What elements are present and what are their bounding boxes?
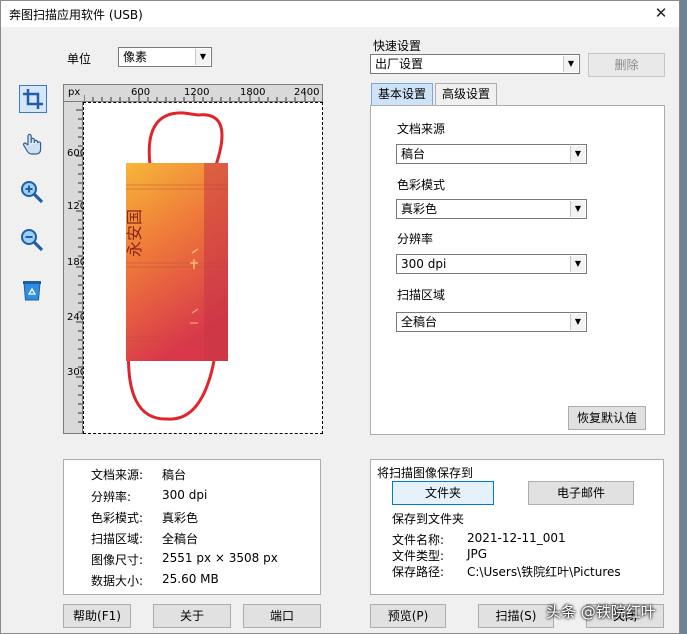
save-label: 文件类型: [392, 549, 445, 563]
scanned-mask-image: 永安国 [125, 111, 228, 421]
app-window: 奔图扫描应用软件 (USB) ✕ 单位 像素 ▼ 快速设置 出厂设置 ▼ 删除 [0, 0, 680, 634]
resolution-label: 分辨率 [397, 232, 434, 246]
ruler-left-tick: 1800 [67, 257, 93, 268]
ruler-left-tick: 600 [67, 148, 87, 159]
save-heading: 将扫描图像保存到 [377, 466, 474, 480]
file-name-value: 2021-12-11_001 [467, 531, 566, 545]
zoom-out-button[interactable] [19, 227, 47, 255]
save-destination-panel: 将扫描图像保存到 文件夹 电子邮件 保存到文件夹 文件名称: 2021-12-1… [370, 459, 664, 595]
ruler-top-tick: 1200 [184, 87, 210, 98]
info-value: 2551 px × 3508 px [162, 551, 278, 565]
recycle-bin-icon [23, 281, 41, 301]
tab-basic-settings[interactable]: 基本设置 [371, 83, 433, 106]
zoom-out-icon [21, 229, 44, 252]
title-bar: 奔图扫描应用软件 (USB) ✕ [1, 1, 679, 27]
info-label: 文档来源: [91, 468, 144, 482]
save-path-value: C:\Users\铁院红叶\Pictures [467, 565, 621, 579]
preview-button[interactable]: 预览(P) [370, 604, 446, 628]
about-button[interactable]: 关于 [153, 604, 231, 628]
scan-area-label: 扫描区域 [397, 288, 446, 302]
resolution-select[interactable]: 300 dpi ▼ [396, 254, 587, 274]
ruler-top-tick: 2400 [294, 87, 320, 98]
scan-button[interactable]: 扫描(S) [478, 604, 554, 628]
info-label: 图像尺寸: [91, 553, 144, 567]
hand-icon [22, 133, 42, 155]
ruler-left-tick: 3000 [67, 367, 93, 378]
ruler-left-tick: 1200 [67, 201, 93, 212]
ruler-horizontal: px 600 1200 1800 2400 [63, 84, 323, 102]
unit-value: 像素 [123, 50, 148, 64]
save-label: 文件名称: [392, 533, 445, 547]
window-title: 奔图扫描应用软件 (USB) [9, 8, 143, 22]
save-sub-heading: 保存到文件夹 [392, 512, 465, 526]
watermark-text: 头条 @铁院红叶 [546, 603, 656, 621]
ruler-vertical: 600 1200 1800 2400 3000 [63, 102, 93, 434]
source-label: 文档来源 [397, 122, 446, 136]
file-type-value: JPG [467, 547, 488, 561]
scan-preview[interactable]: 永安国 [83, 102, 323, 434]
save-to-email-button[interactable]: 电子邮件 [528, 481, 634, 505]
chevron-down-icon: ▼ [570, 314, 585, 330]
chevron-down-icon: ▼ [570, 256, 585, 272]
color-mode-select[interactable]: 真彩色 ▼ [396, 199, 587, 219]
save-to-folder-button[interactable]: 文件夹 [392, 481, 494, 505]
ruler-top-tick: 1800 [240, 87, 266, 98]
unit-select[interactable]: 像素 ▼ [118, 47, 212, 67]
source-select[interactable]: 稿台 ▼ [396, 144, 587, 164]
chevron-down-icon: ▼ [570, 146, 585, 162]
info-value: 稿台 [162, 468, 187, 482]
quick-settings-value: 出厂设置 [375, 57, 424, 71]
unit-label: 单位 [67, 52, 92, 66]
info-value: 300 dpi [162, 488, 208, 502]
info-value: 真彩色 [162, 511, 199, 525]
hand-tool-button[interactable] [19, 131, 47, 159]
save-label: 保存路径: [392, 565, 445, 579]
ruler-unit: px [68, 87, 81, 98]
info-label: 数据大小: [91, 574, 144, 588]
scan-info-panel: 文档来源: 稿台 分辨率: 300 dpi 色彩模式: 真彩色 扫描区域: 全稿… [63, 459, 321, 595]
ruler-left-tick: 2400 [67, 312, 93, 323]
resolution-value: 300 dpi [401, 257, 447, 271]
info-label: 色彩模式: [91, 511, 144, 525]
info-label: 扫描区域: [91, 532, 144, 546]
zoom-in-icon [21, 181, 44, 204]
recycle-button[interactable] [19, 277, 47, 305]
info-value: 全稿台 [162, 532, 199, 546]
zoom-in-button[interactable] [19, 179, 47, 207]
delete-preset-button[interactable]: 删除 [588, 53, 665, 77]
chevron-down-icon: ▼ [570, 201, 585, 217]
crop-tool-button[interactable] [19, 85, 47, 113]
color-mode-label: 色彩模式 [397, 178, 446, 192]
restore-defaults-button[interactable]: 恢复默认值 [568, 406, 646, 430]
port-button[interactable]: 端口 [243, 604, 321, 628]
close-window-icon[interactable]: ✕ [649, 3, 673, 23]
tab-advanced-settings[interactable]: 高级设置 [435, 83, 497, 106]
info-label: 分辨率: [91, 490, 132, 504]
basic-settings-panel: 文档来源 稿台 ▼ 色彩模式 真彩色 ▼ 分辨率 300 dpi ▼ 扫描区域 … [370, 105, 665, 435]
scan-area-select[interactable]: 全稿台 ▼ [396, 312, 587, 332]
mask-brand-text: 永安国 [125, 209, 144, 257]
crop-icon [23, 89, 43, 109]
chevron-down-icon: ▼ [195, 49, 210, 65]
scan-area-value: 全稿台 [401, 315, 438, 329]
help-button[interactable]: 帮助(F1) [63, 604, 131, 628]
quick-settings-select[interactable]: 出厂设置 ▼ [370, 54, 580, 74]
source-value: 稿台 [401, 147, 426, 161]
quick-settings-label: 快速设置 [373, 39, 422, 53]
chevron-down-icon: ▼ [563, 56, 578, 72]
ruler-top-tick: 600 [131, 87, 151, 98]
color-mode-value: 真彩色 [401, 202, 438, 216]
info-value: 25.60 MB [162, 572, 219, 586]
